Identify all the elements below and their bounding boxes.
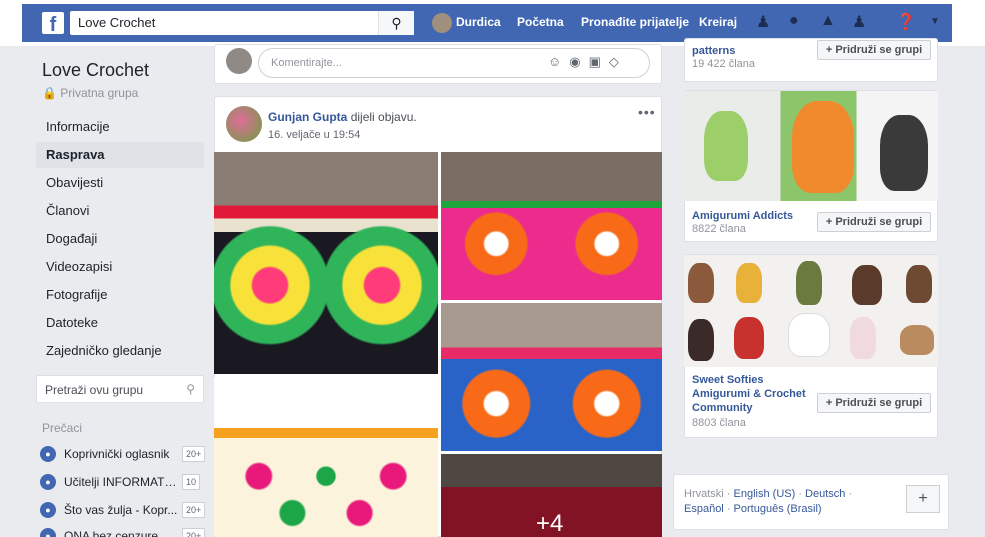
suggested-group-name[interactable]: Amigurumi Addicts: [692, 209, 793, 223]
profile-link[interactable]: Durdica: [456, 15, 501, 29]
shortcut-badge: 20+: [182, 446, 206, 462]
group-search-input[interactable]: Pretraži ovu grupu ⚲: [36, 375, 204, 403]
chevron-down-icon[interactable]: ▼: [930, 16, 940, 27]
suggested-group-name[interactable]: Sweet Softies Amigurumi & Crochet Commun…: [692, 373, 812, 415]
facebook-logo-icon[interactable]: f: [42, 12, 64, 36]
avatar[interactable]: [226, 48, 252, 74]
amigurumi-toy: [792, 101, 854, 193]
notifications-icon[interactable]: ▲: [820, 12, 836, 30]
add-language-button[interactable]: +: [906, 485, 940, 513]
sidebar-item-rasprava[interactable]: Rasprava: [36, 142, 204, 168]
create-link[interactable]: Kreiraj: [699, 15, 737, 29]
join-group-button[interactable]: + Pridruži se grupi: [817, 393, 931, 413]
post-photo[interactable]: [214, 152, 438, 374]
shortcut-item[interactable]: ● Što vas žulja - Kopr... 20+: [40, 501, 206, 521]
avatar[interactable]: [432, 13, 452, 33]
sidebar-item-datoteke[interactable]: Datoteke: [36, 310, 204, 336]
sidebar-item-fotografije[interactable]: Fotografije: [36, 282, 204, 308]
sidebar-item-clanovi[interactable]: Članovi: [36, 198, 204, 224]
sticker-icon[interactable]: ◇: [609, 54, 627, 69]
group-icon: ●: [40, 528, 56, 537]
help-icon[interactable]: ❓: [896, 12, 916, 32]
group-cover-photo[interactable]: [684, 91, 938, 201]
language-link[interactable]: Español: [684, 503, 724, 515]
amigurumi-toy: [906, 265, 932, 303]
shortcut-badge: 20+: [182, 528, 206, 537]
post-author-link[interactable]: Gunjan Gupta: [268, 110, 347, 124]
more-photos-count[interactable]: +4: [536, 510, 563, 537]
group-icon: ●: [40, 502, 56, 518]
gif-icon[interactable]: ▣: [589, 54, 609, 69]
language-row: Hrvatski · English (US) · Deutsch ·: [684, 488, 853, 500]
language-link[interactable]: English (US): [734, 488, 796, 500]
shortcut-item[interactable]: ● Učitelji INFORMATIKE 10: [40, 473, 204, 493]
avatar[interactable]: [226, 106, 262, 142]
sidebar-item-dogadaji[interactable]: Događaji: [36, 226, 204, 252]
join-group-button[interactable]: + Pridruži se grupi: [817, 40, 931, 60]
sidebar-item-zajednicko-gledanje[interactable]: Zajedničko gledanje: [36, 338, 204, 364]
suggested-group-members: 19 422 člana: [692, 58, 755, 70]
suggested-group-name[interactable]: patterns: [692, 44, 735, 58]
shortcut-label: ONA bez cenzure: [64, 529, 159, 537]
home-link[interactable]: Početna: [517, 15, 564, 29]
sidebar-item-obavijesti[interactable]: Obavijesti: [36, 170, 204, 196]
post-photo[interactable]: [441, 303, 662, 451]
group-privacy-text: Privatna grupa: [60, 86, 139, 100]
amigurumi-toy: [796, 261, 822, 305]
more-options-icon[interactable]: •••: [638, 104, 656, 120]
shortcuts-heading: Prečaci: [42, 421, 83, 435]
shortcut-label: Što vas žulja - Kopr...: [64, 503, 178, 517]
search-icon[interactable]: ⚲: [378, 11, 414, 35]
sidebar-item-informacije[interactable]: Informacije: [36, 114, 204, 140]
search-input[interactable]: Love Crochet: [70, 11, 414, 35]
post-header: Gunjan Gupta dijeli objavu.: [268, 110, 417, 124]
group-title[interactable]: Love Crochet: [42, 60, 149, 81]
messenger-icon[interactable]: ●: [789, 12, 799, 30]
group-cover-photo[interactable]: [684, 255, 938, 367]
post-timestamp[interactable]: 16. veljače u 19:54: [268, 129, 360, 141]
amigurumi-toy: [850, 317, 876, 359]
language-row: Español · Português (Brasil): [684, 503, 822, 515]
shortcut-badge: 20+: [182, 502, 206, 518]
groups-icon[interactable]: ♟: [852, 12, 866, 32]
amigurumi-toy: [852, 265, 882, 305]
amigurumi-toy: [704, 111, 748, 181]
post-photo[interactable]: [441, 152, 662, 300]
language-current: Hrvatski: [684, 488, 724, 500]
suggested-group-members: 8803 člana: [692, 417, 746, 429]
amigurumi-toy: [736, 263, 762, 303]
shortcut-item[interactable]: ● Koprivnički oglasnik 20+: [40, 445, 206, 465]
shortcut-label: Učitelji INFORMATIKE: [64, 475, 178, 489]
join-group-button[interactable]: + Pridruži se grupi: [817, 212, 931, 232]
group-search-placeholder: Pretraži ovu grupu: [45, 383, 144, 397]
find-friends-link[interactable]: Pronađite prijatelje: [581, 15, 689, 29]
amigurumi-toy: [688, 263, 714, 303]
language-link[interactable]: Português (Brasil): [734, 503, 822, 515]
comment-tools: ☺◉▣◇: [548, 54, 627, 70]
post-photo[interactable]: [214, 377, 438, 537]
post-action-text: dijeli objavu.: [350, 110, 417, 124]
amigurumi-toy: [900, 325, 934, 355]
group-icon: ●: [40, 474, 56, 490]
shortcut-label: Koprivnički oglasnik: [64, 447, 170, 461]
sidebar-item-videozapisi[interactable]: Videozapisi: [36, 254, 204, 280]
amigurumi-toy: [788, 313, 830, 357]
amigurumi-toy: [734, 317, 764, 359]
language-link[interactable]: Deutsch: [805, 488, 845, 500]
amigurumi-toy: [688, 319, 714, 361]
friends-icon[interactable]: ♟: [756, 12, 770, 32]
group-icon: ●: [40, 446, 56, 462]
amigurumi-toy: [880, 115, 928, 191]
emoji-icon[interactable]: ☺: [548, 54, 569, 69]
camera-icon[interactable]: ◉: [569, 54, 588, 69]
suggested-group-members: 8822 člana: [692, 223, 746, 235]
shortcut-item[interactable]: ● ONA bez cenzure 20+: [40, 527, 206, 537]
shortcut-badge: 10: [182, 474, 201, 490]
group-privacy-label: 🔒 Privatna grupa: [42, 86, 139, 100]
search-icon[interactable]: ⚲: [186, 382, 195, 396]
